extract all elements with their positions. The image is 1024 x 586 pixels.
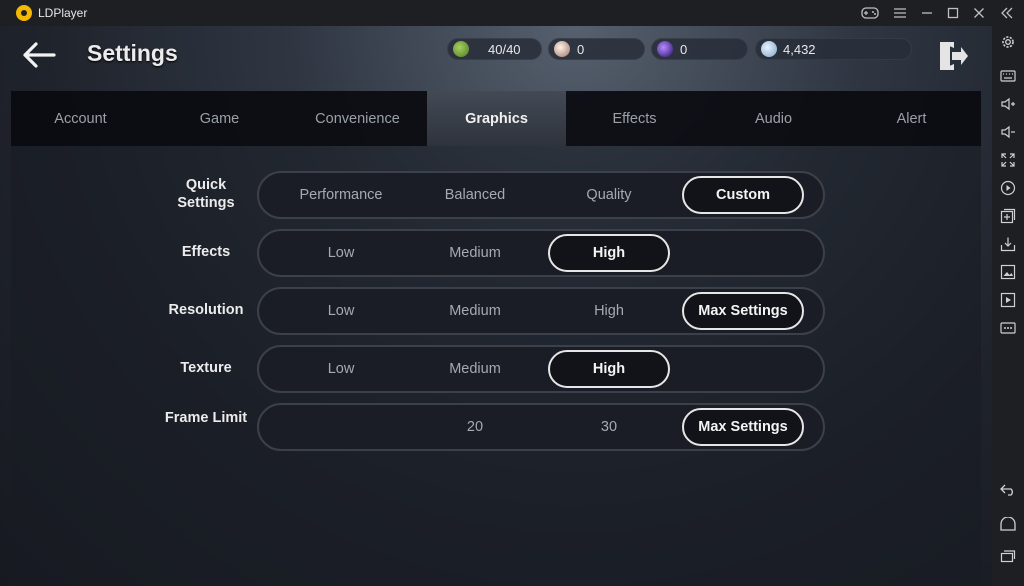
resource-stamina: 40/40 — [447, 38, 542, 60]
ldplayer-logo-icon — [16, 5, 32, 21]
texture-high-option[interactable]: High — [548, 350, 670, 388]
tab-convenience[interactable]: Convenience — [288, 91, 427, 146]
emulator-sidebar — [992, 26, 1024, 586]
home-icon[interactable] — [1000, 516, 1016, 532]
tab-audio[interactable]: Audio — [704, 91, 843, 146]
settings-tabbar: Account Game Convenience Graphics Effect… — [11, 91, 981, 146]
video-icon[interactable] — [1000, 292, 1016, 308]
resource-dark-orb: 0 — [651, 38, 748, 60]
resolution-selector: Low Medium High Max Settings — [257, 287, 825, 335]
install-apk-icon[interactable] — [1000, 236, 1016, 252]
quick-settings-label: Quick Settings — [177, 177, 235, 211]
emulator-titlebar: LDPlayer — [0, 0, 1024, 26]
back-icon[interactable] — [1000, 482, 1016, 498]
tab-account[interactable]: Account — [11, 91, 150, 146]
effects-medium-option[interactable]: Medium — [414, 234, 536, 272]
exit-icon[interactable] — [937, 40, 969, 72]
settings-icon[interactable] — [1000, 34, 1016, 50]
effects-low-option[interactable]: Low — [280, 234, 402, 272]
tab-alert[interactable]: Alert — [842, 91, 981, 146]
screenshot-icon[interactable] — [1000, 264, 1016, 280]
volume-down-icon[interactable] — [1000, 124, 1016, 140]
resolution-label: Resolution — [168, 302, 244, 318]
dark-orb-icon — [657, 41, 673, 57]
close-icon[interactable] — [970, 4, 988, 22]
resolution-max-option[interactable]: Max Settings — [682, 292, 804, 330]
collapse-icon[interactable] — [998, 4, 1016, 22]
quick-settings-selector: Performance Balanced Quality Custom — [257, 171, 825, 219]
menu-icon[interactable] — [891, 4, 909, 22]
quick-quality-option[interactable]: Quality — [548, 176, 670, 214]
gamepad-icon[interactable] — [861, 4, 879, 22]
frame-limit-30-option[interactable]: 30 — [548, 408, 670, 446]
texture-medium-option[interactable]: Medium — [414, 350, 536, 388]
texture-selector: Low Medium High — [257, 345, 825, 393]
minimize-icon[interactable] — [918, 4, 936, 22]
frame-limit-label: Frame Limit — [164, 410, 248, 426]
fullscreen-icon[interactable] — [1000, 152, 1016, 168]
frame-limit-max-option[interactable]: Max Settings — [682, 408, 804, 446]
stamina-icon — [453, 41, 469, 57]
quick-performance-option[interactable]: Performance — [280, 176, 402, 214]
back-arrow-icon[interactable] — [22, 42, 56, 68]
resolution-medium-option[interactable]: Medium — [414, 292, 536, 330]
keyboard-icon[interactable] — [1000, 68, 1016, 84]
effects-label: Effects — [181, 244, 231, 260]
more-icon[interactable] — [1000, 320, 1016, 336]
resource-pearl: 0 — [548, 38, 645, 60]
effects-high-option[interactable]: High — [548, 234, 670, 272]
record-icon[interactable] — [1000, 180, 1016, 196]
effects-selector: Low Medium High — [257, 229, 825, 277]
pearl-value: 0 — [577, 42, 585, 57]
frame-limit-20-option[interactable]: 20 — [414, 408, 536, 446]
game-viewport: Settings 40/40 0 0 4,432 Account Game Co… — [0, 26, 992, 586]
recent-apps-icon[interactable] — [1000, 548, 1016, 564]
pearl-icon — [554, 41, 570, 57]
volume-up-icon[interactable] — [1000, 96, 1016, 112]
add-app-icon[interactable] — [1000, 208, 1016, 224]
silver-value: 4,432 — [783, 42, 816, 57]
resource-silver: 4,432 — [755, 38, 912, 60]
tab-graphics[interactable]: Graphics — [427, 91, 566, 146]
dark-orb-value: 0 — [680, 42, 688, 57]
tab-game[interactable]: Game — [150, 91, 289, 146]
frame-limit-selector: 20 30 Max Settings — [257, 403, 825, 451]
silver-coin-icon — [761, 41, 777, 57]
tab-effects[interactable]: Effects — [565, 91, 704, 146]
app-title: LDPlayer — [38, 6, 88, 20]
stamina-value: 40/40 — [488, 42, 521, 57]
page-title: Settings — [87, 40, 178, 66]
maximize-icon[interactable] — [944, 4, 962, 22]
resolution-high-option[interactable]: High — [548, 292, 670, 330]
texture-label: Texture — [180, 360, 232, 376]
quick-custom-option[interactable]: Custom — [682, 176, 804, 214]
resolution-low-option[interactable]: Low — [280, 292, 402, 330]
texture-low-option[interactable]: Low — [280, 350, 402, 388]
quick-balanced-option[interactable]: Balanced — [414, 176, 536, 214]
